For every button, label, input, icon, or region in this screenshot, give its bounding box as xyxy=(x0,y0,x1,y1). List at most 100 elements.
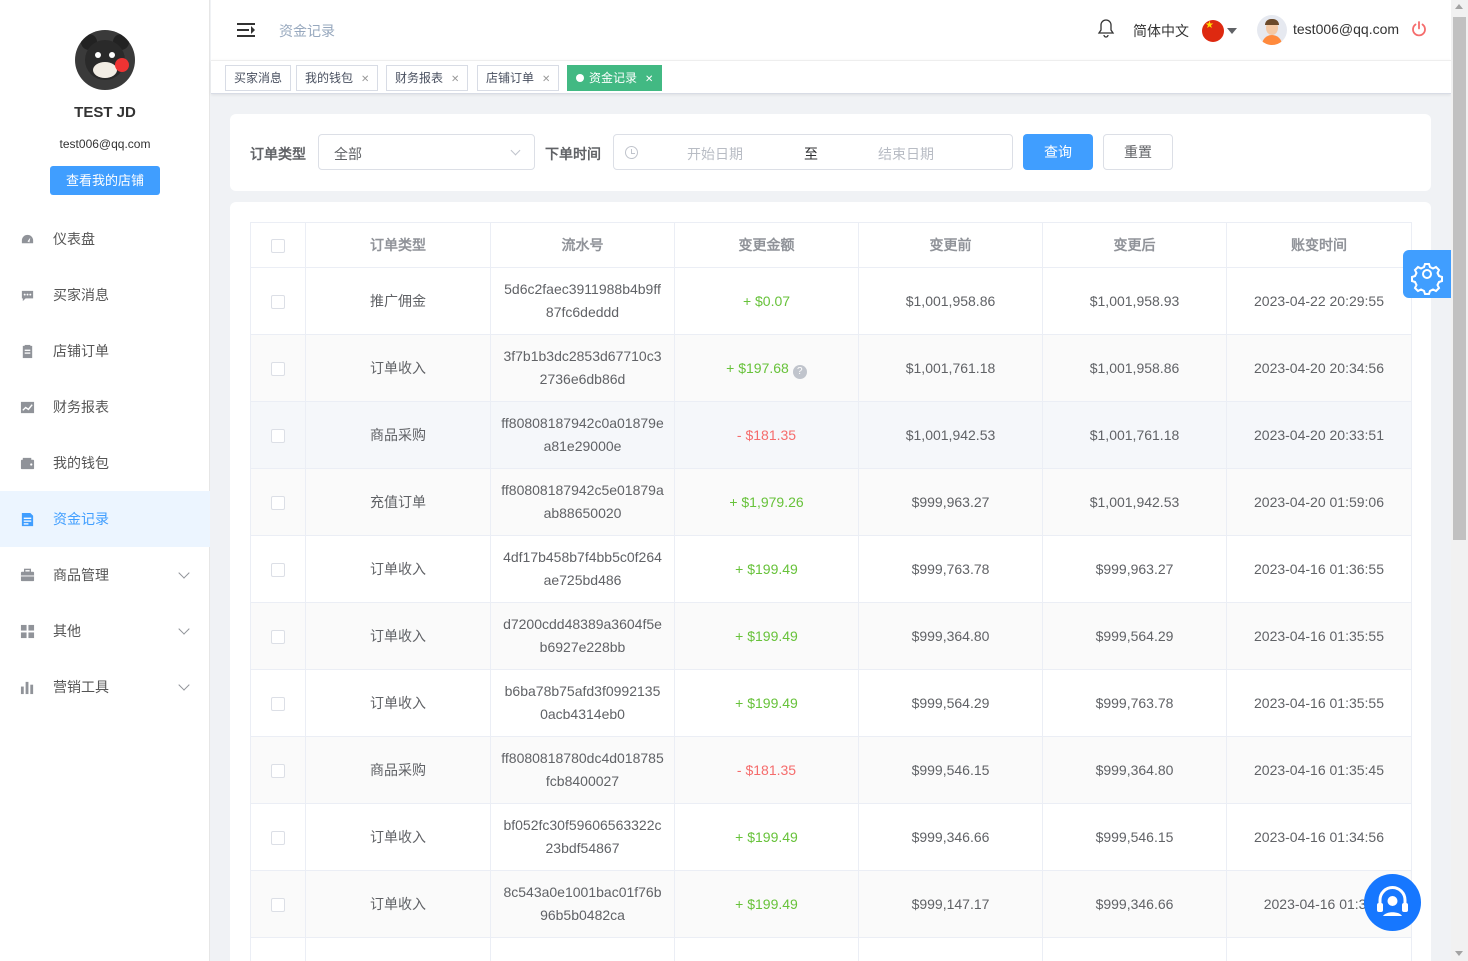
column-header: 账变时间 xyxy=(1226,222,1412,268)
row-select-cell xyxy=(250,870,306,938)
table-card: 订单类型 流水号 变更金额 变更前 变更后 账变时间 推广佣金 5d6c2faec… xyxy=(230,202,1431,961)
order-type-cell: 订单收入 xyxy=(305,669,491,737)
change-time-cell: 2023-04-16 01:35:45 xyxy=(1226,736,1412,804)
balance-after-cell: $999,763.78 xyxy=(1042,669,1227,737)
sidebar-item-label: 商品管理 xyxy=(53,567,109,583)
sidebar-item-product-management[interactable]: 商品管理 xyxy=(0,547,210,603)
tag-label: 买家消息 xyxy=(234,71,283,85)
start-date-input[interactable]: 开始日期 xyxy=(687,144,743,164)
table-row[interactable]: 订单收入 4df17b458b7f4bb5c0f264ae725bd486 + $1… xyxy=(250,535,1412,603)
reset-button[interactable]: 重置 xyxy=(1103,134,1173,170)
tag-finance-report[interactable]: 财务报表 ✕ xyxy=(386,65,469,91)
scroll-down-icon[interactable] xyxy=(1455,951,1463,956)
table-row[interactable]: 推广佣金 5d6c2faec3911988b4b9ff87fc6deddd + $0… xyxy=(250,267,1412,335)
change-time-cell: 2023-04-16 01:35:55 xyxy=(1226,669,1412,737)
table-row[interactable]: 商品采购 ff80808187942c0a01879ea81e29000e - $1… xyxy=(250,401,1412,469)
row-checkbox[interactable] xyxy=(271,897,285,912)
sidebar-item-store-orders[interactable]: 店铺订单 xyxy=(0,323,210,379)
amount-cell: - $181.35 xyxy=(674,736,859,804)
row-checkbox[interactable] xyxy=(271,830,285,845)
sidebar-item-other[interactable]: 其他 xyxy=(0,603,210,659)
table-row[interactable]: 050eca39b11afa78536ff9 xyxy=(250,937,1412,961)
sidebar-item-buyer-messages[interactable]: 买家消息 xyxy=(0,267,210,323)
tag-buyer-messages[interactable]: 买家消息 xyxy=(225,65,292,91)
sidebar-item-marketing-tools[interactable]: 营销工具 xyxy=(0,659,210,715)
select-all-checkbox[interactable] xyxy=(271,239,285,254)
range-separator: 至 xyxy=(804,146,818,162)
balance-before-cell: $999,546.15 xyxy=(858,736,1043,804)
amount-value: + $1,979.26 xyxy=(729,493,804,510)
table-row[interactable]: 订单收入 3f7b1b3dc2853d67710c32736e6db86d + $1… xyxy=(250,334,1412,402)
amount-value: + $199.49 xyxy=(735,895,798,912)
balance-before-cell: $1,001,761.18 xyxy=(858,334,1043,402)
headset-icon xyxy=(1377,886,1408,916)
message-icon xyxy=(21,290,34,301)
avatar[interactable] xyxy=(75,30,135,90)
user-avatar[interactable] xyxy=(1257,15,1287,45)
sidebar-item-my-wallet[interactable]: 我的钱包 xyxy=(0,435,210,491)
close-icon[interactable]: ✕ xyxy=(542,74,550,85)
balance-after-cell: $999,564.29 xyxy=(1042,602,1227,670)
balance-after-cell: $1,001,958.86 xyxy=(1042,334,1227,402)
tag-label: 财务报表 xyxy=(395,71,444,85)
page-scrollbar[interactable] xyxy=(1451,0,1468,961)
order-type-cell: 充值订单 xyxy=(305,468,491,536)
bell-icon[interactable] xyxy=(1097,18,1115,38)
change-time-cell: 2023-04-20 20:34:56 xyxy=(1226,334,1412,402)
table-row[interactable]: 订单收入 bf052fc30f59606563322c23bdf54867 + $1… xyxy=(250,803,1412,871)
language-selector[interactable]: 简体中文 xyxy=(1133,21,1189,41)
serial-number-cell: 5d6c2faec3911988b4b9ff87fc6deddd xyxy=(490,267,675,335)
amount-value: + $197.68 xyxy=(726,359,789,376)
header-user-email[interactable]: test006@qq.com xyxy=(1293,21,1399,37)
scroll-up-icon[interactable] xyxy=(1455,4,1463,9)
scrollbar-thumb[interactable] xyxy=(1453,17,1466,540)
row-checkbox[interactable] xyxy=(271,763,285,778)
table-row[interactable]: 商品采购 ff8080818780dc4d018785fcb8400027 - $1… xyxy=(250,736,1412,804)
row-checkbox[interactable] xyxy=(271,629,285,644)
date-range-picker[interactable]: 开始日期 至 结束日期 xyxy=(613,134,1013,170)
order-type-select[interactable]: 全部 xyxy=(318,134,535,170)
tag-fund-records[interactable]: 资金记录 ✕ xyxy=(567,65,663,91)
menu-toggle-icon[interactable] xyxy=(237,23,255,37)
power-icon[interactable] xyxy=(1410,20,1428,38)
row-checkbox[interactable] xyxy=(271,696,285,711)
table-row[interactable]: 订单收入 8c543a0e1001bac01f76b96b5b0482ca + $1… xyxy=(250,870,1412,938)
balance-after-cell: $999,346.66 xyxy=(1042,870,1227,938)
breadcrumb[interactable]: 资金记录 xyxy=(279,21,335,41)
view-my-store-button[interactable]: 查看我的店铺 xyxy=(50,166,160,195)
china-flag-icon[interactable]: ★ xyxy=(1202,20,1224,42)
row-checkbox[interactable] xyxy=(271,294,285,309)
amount-value: + $0.07 xyxy=(742,292,791,309)
row-checkbox[interactable] xyxy=(271,495,285,510)
balance-before-cell: $999,147.17 xyxy=(858,870,1043,938)
customer-service-button[interactable] xyxy=(1364,874,1421,931)
balance-after-cell: $1,001,942.53 xyxy=(1042,468,1227,536)
settings-button[interactable] xyxy=(1403,250,1451,298)
sidebar-item-finance-report[interactable]: 财务报表 xyxy=(0,379,210,435)
serial-number-cell: ff80808187942c0a01879ea81e29000e xyxy=(490,401,675,469)
sidebar-item-fund-records[interactable]: 资金记录 xyxy=(0,491,210,547)
clock-icon xyxy=(625,146,638,159)
end-date-input[interactable]: 结束日期 xyxy=(878,144,934,164)
caret-down-icon[interactable] xyxy=(1227,28,1237,34)
table-row[interactable]: 充值订单 ff80808187942c5e01879aab88650020 + $1… xyxy=(250,468,1412,536)
query-button[interactable]: 查询 xyxy=(1023,134,1093,170)
row-checkbox[interactable] xyxy=(271,361,285,376)
order-type-cell: 订单收入 xyxy=(305,535,491,603)
row-checkbox[interactable] xyxy=(271,428,285,443)
serial-number-cell: b6ba78b75afd3f09921350acb4314eb0 xyxy=(490,669,675,737)
change-time-cell: 2023-04-22 20:29:55 xyxy=(1226,267,1412,335)
tag-store-orders[interactable]: 店铺订单 ✕ xyxy=(477,65,560,91)
help-icon[interactable]: ? xyxy=(792,364,807,379)
sidebar-item-dashboard[interactable]: 仪表盘 xyxy=(0,211,210,267)
row-checkbox[interactable] xyxy=(271,562,285,577)
serial-number-cell: ff8080818780dc4d018785fcb8400027 xyxy=(490,736,675,804)
close-icon[interactable]: ✕ xyxy=(645,74,653,85)
order-type-cell: 订单收入 xyxy=(305,334,491,402)
table-row[interactable]: 订单收入 b6ba78b75afd3f09921350acb4314eb0 + $1… xyxy=(250,669,1412,737)
close-icon[interactable]: ✕ xyxy=(451,74,459,85)
amount-cell xyxy=(674,937,859,961)
tag-my-wallet[interactable]: 我的钱包 ✕ xyxy=(296,65,379,91)
close-icon[interactable]: ✕ xyxy=(361,74,369,85)
table-row[interactable]: 订单收入 d7200cdd48389a3604f5eb6927e228bb + $1… xyxy=(250,602,1412,670)
